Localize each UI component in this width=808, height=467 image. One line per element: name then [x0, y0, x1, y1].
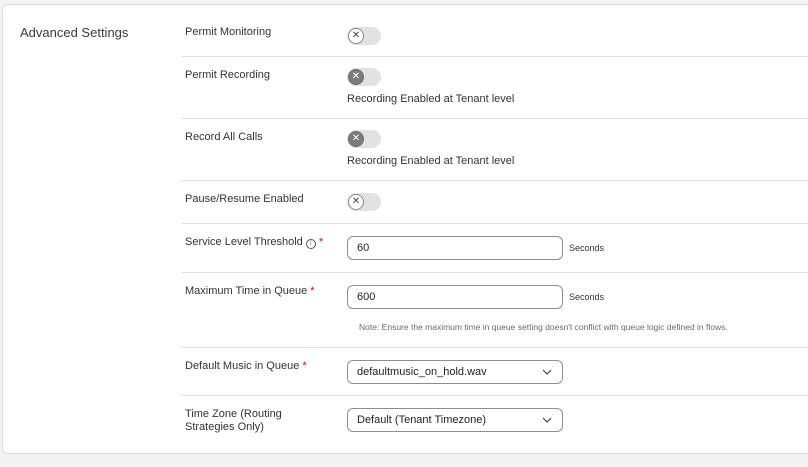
row-permit-recording: Permit Recording ✕ Recording Enabled at … [181, 57, 808, 119]
record-all-calls-note: Recording Enabled at Tenant level [347, 155, 515, 167]
row-default-music: Default Music in Queue * defaultmusic_on_… [181, 348, 808, 396]
max-time-unit: Seconds [569, 292, 605, 302]
pause-resume-label: Pause/Resume Enabled [185, 193, 304, 205]
default-music-value: defaultmusic_on_hold.wav [357, 366, 487, 378]
chevron-down-icon [542, 417, 552, 423]
time-zone-label: Time Zone (Routing Strategies Only) [185, 408, 282, 434]
x-icon: ✕ [348, 131, 364, 147]
service-level-label-text: Service Level Threshold [185, 236, 303, 248]
x-icon: ✕ [348, 69, 364, 85]
row-service-level-threshold: Service Level Threshold i * 60 Seconds [181, 224, 808, 273]
time-zone-label-line1: Time Zone (Routing [185, 408, 282, 420]
service-level-input[interactable]: 60 [347, 236, 563, 260]
service-level-unit: Seconds [569, 243, 605, 253]
pause-resume-toggle[interactable]: ✕ [347, 193, 381, 211]
permit-recording-note: Recording Enabled at Tenant level [347, 93, 515, 105]
row-max-time-in-queue: Maximum Time in Queue * 600 Seconds Note:… [181, 273, 808, 348]
default-music-select[interactable]: defaultmusic_on_hold.wav [347, 360, 563, 384]
row-permit-monitoring: Permit Monitoring ✕ [181, 11, 808, 57]
required-mark: * [310, 285, 315, 297]
advanced-settings-card: Advanced Settings Permit Monitoring ✕ Pe… [2, 4, 808, 454]
x-icon: ✕ [348, 28, 364, 44]
permit-recording-toggle[interactable]: ✕ [347, 68, 381, 86]
row-pause-resume: Pause/Resume Enabled ✕ [181, 181, 808, 224]
required-mark: * [318, 236, 324, 248]
required-mark: * [302, 360, 307, 372]
max-time-input[interactable]: 600 [347, 285, 563, 309]
default-music-label-text: Default Music in Queue [185, 360, 300, 372]
row-time-zone: Time Zone (Routing Strategies Only) Defa… [181, 396, 808, 448]
time-zone-value: Default (Tenant Timezone) [357, 414, 487, 426]
permit-recording-label: Permit Recording [185, 69, 270, 81]
permit-monitoring-toggle[interactable]: ✕ [347, 27, 381, 45]
chevron-down-icon [542, 369, 552, 375]
max-time-label-text: Maximum Time in Queue [185, 285, 308, 297]
section-title: Advanced Settings [20, 25, 129, 40]
max-time-label: Maximum Time in Queue * [185, 285, 315, 298]
record-all-calls-toggle[interactable]: ✕ [347, 130, 381, 148]
time-zone-label-line2: Strategies Only) [185, 421, 264, 433]
x-icon: ✕ [348, 194, 364, 210]
service-level-label: Service Level Threshold i * [185, 236, 323, 249]
info-icon[interactable]: i [305, 239, 316, 249]
row-record-all-calls: Record All Calls ✕ Recording Enabled at … [181, 119, 808, 181]
max-time-note: Note: Ensure the maximum time in queue s… [359, 322, 728, 332]
default-music-label: Default Music in Queue * [185, 360, 307, 373]
record-all-calls-label: Record All Calls [185, 131, 263, 143]
permit-monitoring-label: Permit Monitoring [185, 26, 272, 38]
time-zone-select[interactable]: Default (Tenant Timezone) [347, 408, 563, 432]
